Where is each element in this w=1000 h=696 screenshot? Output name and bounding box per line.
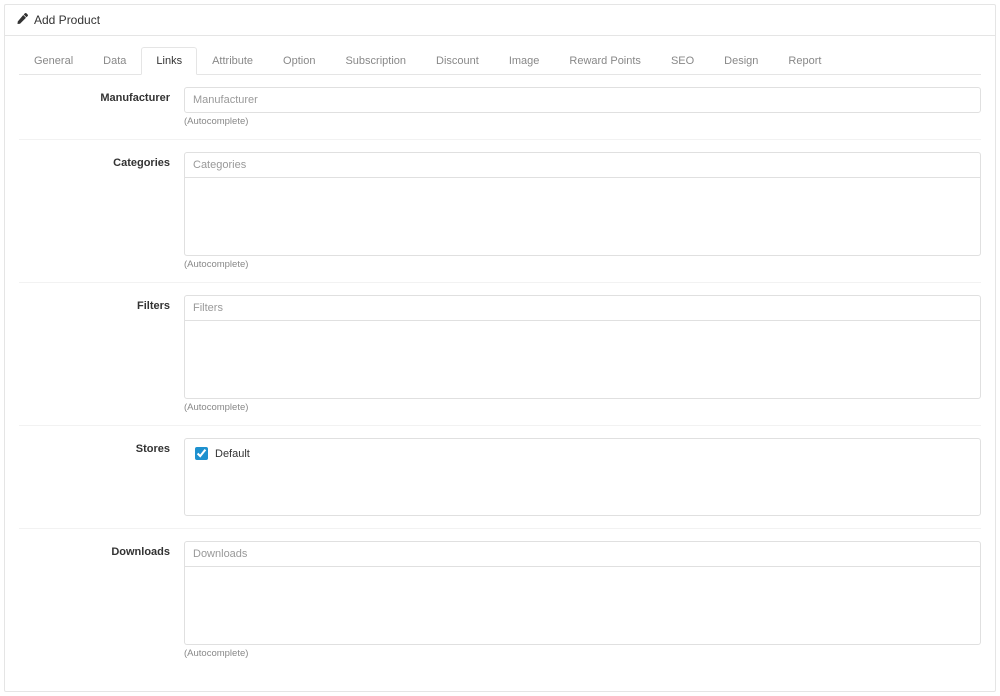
tab-reward-points[interactable]: Reward Points	[554, 47, 656, 75]
stores-box: Default	[184, 438, 981, 516]
tab-option[interactable]: Option	[268, 47, 330, 75]
row-manufacturer: Manufacturer (Autocomplete)	[19, 75, 981, 139]
manufacturer-input[interactable]	[184, 87, 981, 113]
tab-subscription[interactable]: Subscription	[330, 47, 421, 75]
row-downloads: Downloads (Autocomplete)	[19, 528, 981, 671]
categories-helper: (Autocomplete)	[184, 259, 981, 270]
label-downloads: Downloads	[19, 541, 184, 659]
tabs-nav: General Data Links Attribute Option Subs…	[19, 46, 981, 75]
label-manufacturer: Manufacturer	[19, 87, 184, 127]
pencil-icon	[17, 13, 28, 27]
row-filters: Filters (Autocomplete)	[19, 282, 981, 425]
panel-body: General Data Links Attribute Option Subs…	[5, 36, 995, 691]
label-stores: Stores	[19, 438, 184, 516]
tab-discount[interactable]: Discount	[421, 47, 494, 75]
categories-selected-well[interactable]	[184, 178, 981, 256]
label-filters: Filters	[19, 295, 184, 413]
downloads-selected-well[interactable]	[184, 567, 981, 645]
manufacturer-helper: (Autocomplete)	[184, 116, 981, 127]
tab-image[interactable]: Image	[494, 47, 555, 75]
store-option-default[interactable]: Default	[195, 447, 970, 460]
filters-helper: (Autocomplete)	[184, 402, 981, 413]
tab-general[interactable]: General	[19, 47, 88, 75]
page-title: Add Product	[34, 13, 100, 27]
label-categories: Categories	[19, 152, 184, 270]
row-categories: Categories (Autocomplete)	[19, 139, 981, 282]
tab-report[interactable]: Report	[773, 47, 836, 75]
downloads-input[interactable]	[184, 541, 981, 567]
tab-data[interactable]: Data	[88, 47, 141, 75]
tab-seo[interactable]: SEO	[656, 47, 709, 75]
add-product-panel: Add Product General Data Links Attribute…	[4, 4, 996, 692]
filters-selected-well[interactable]	[184, 321, 981, 399]
downloads-helper: (Autocomplete)	[184, 648, 981, 659]
row-stores: Stores Default	[19, 425, 981, 528]
panel-header: Add Product	[5, 5, 995, 36]
tab-design[interactable]: Design	[709, 47, 773, 75]
filters-input[interactable]	[184, 295, 981, 321]
tab-links[interactable]: Links	[141, 47, 197, 75]
tab-attribute[interactable]: Attribute	[197, 47, 268, 75]
store-default-checkbox[interactable]	[195, 447, 208, 460]
store-default-label: Default	[215, 448, 250, 460]
categories-input[interactable]	[184, 152, 981, 178]
